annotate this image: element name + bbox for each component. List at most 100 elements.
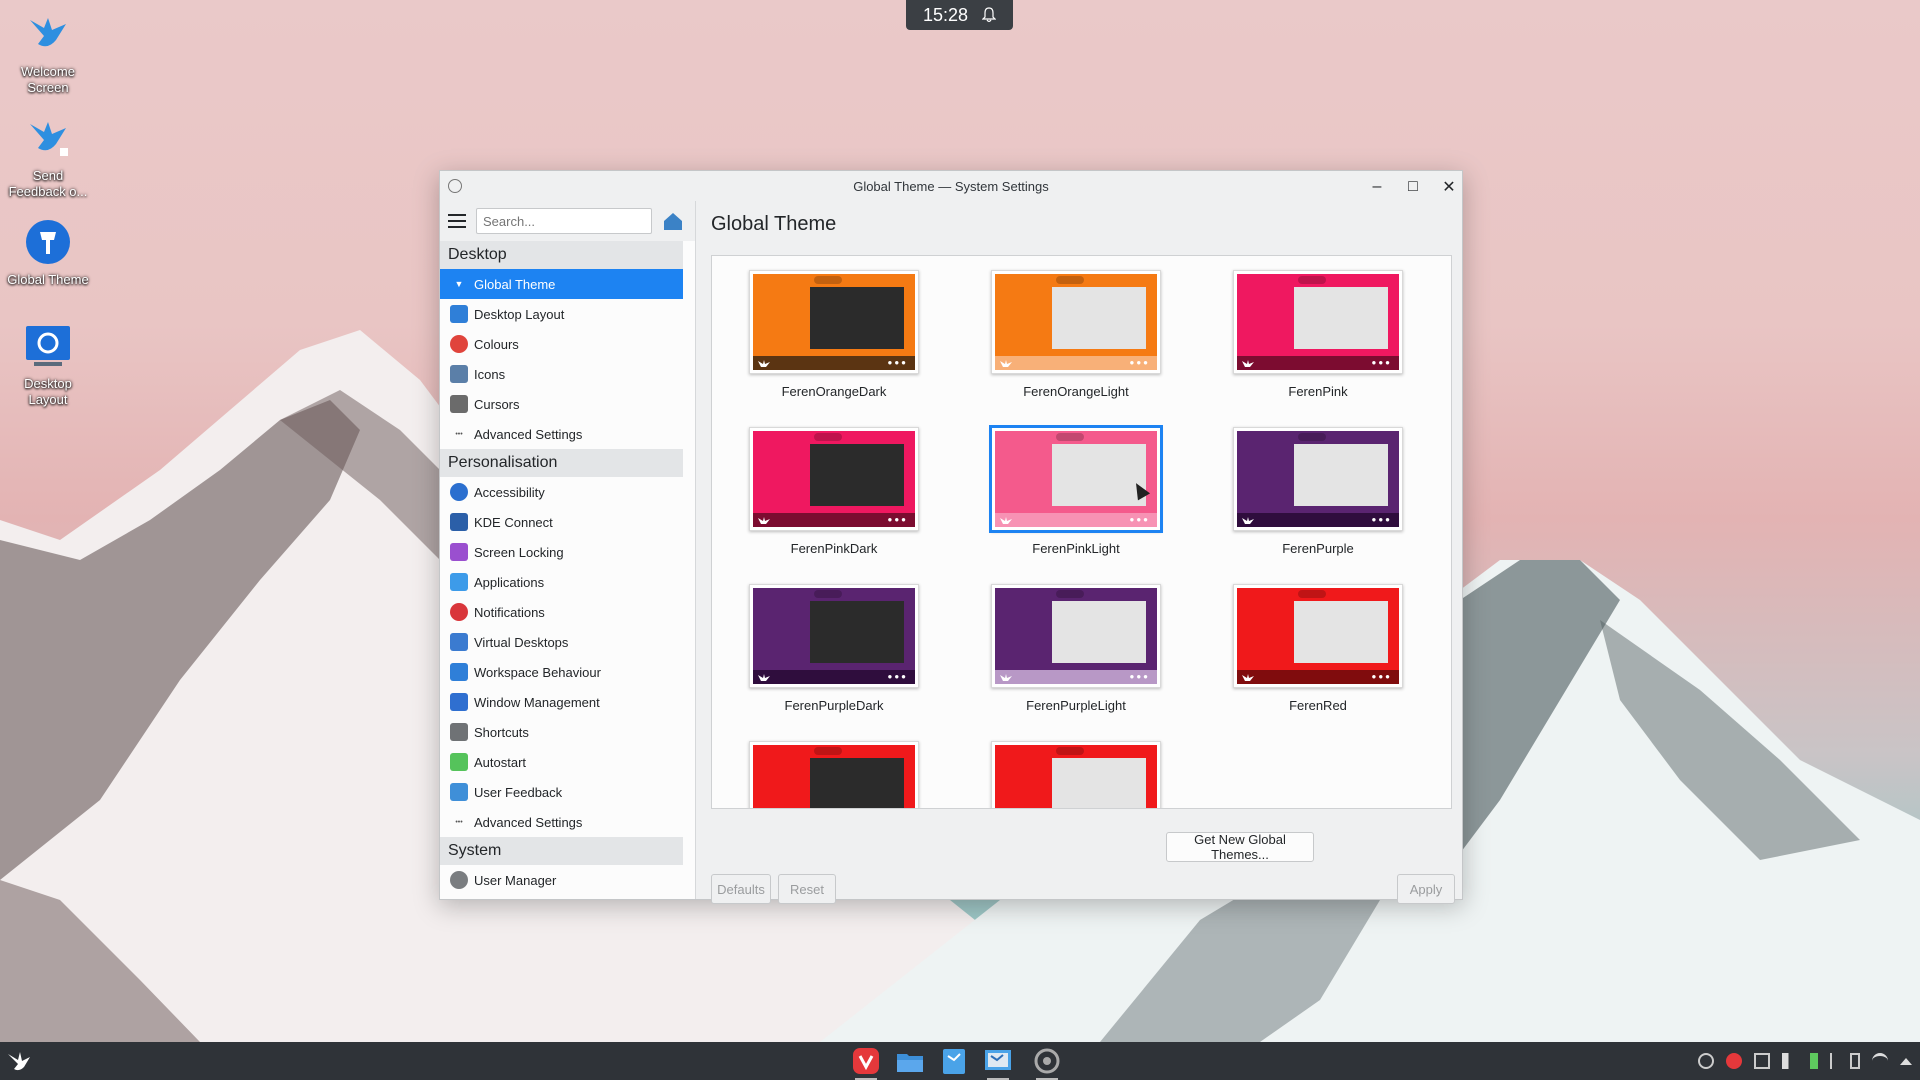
close-button[interactable]: ✕ bbox=[1438, 176, 1460, 198]
theme-tile[interactable]: ●●● FerenPink bbox=[1233, 270, 1403, 399]
feedback-bird-icon bbox=[30, 122, 68, 156]
theme-tile[interactable]: ●●● FerenPurpleLight bbox=[991, 584, 1161, 713]
sidebar-item-advanced-settings[interactable]: ••• Advanced Settings bbox=[440, 419, 683, 449]
theme-tile[interactable]: ●●● FerenOrangeDark bbox=[749, 270, 919, 399]
sidebar-item-label: KDE Connect bbox=[474, 514, 553, 530]
desktop-icon-label: Welcome Screen bbox=[21, 64, 75, 95]
sidebar-item-user-feedback[interactable]: User Feedback bbox=[440, 777, 683, 807]
feren-bird-icon bbox=[758, 360, 770, 367]
sidebar-item-applications[interactable]: Applications bbox=[440, 567, 683, 597]
theme-tile[interactable]: ●●● FerenPinkDark bbox=[749, 427, 919, 556]
theme-preview: ●●● bbox=[749, 427, 919, 531]
desktop-icon-global-theme[interactable]: Global Theme bbox=[6, 218, 90, 288]
feren-bird-icon bbox=[1000, 360, 1012, 367]
sidebar-item-desktop-layout[interactable]: Desktop Layout bbox=[440, 299, 683, 329]
wifi-tray-icon[interactable] bbox=[1872, 1053, 1888, 1069]
hamburger-menu-icon[interactable] bbox=[448, 214, 466, 228]
theme-tile[interactable]: ●●● bbox=[991, 741, 1161, 808]
system-tray bbox=[1698, 1042, 1912, 1080]
app-launcher-icon[interactable] bbox=[6, 1050, 32, 1072]
sidebar-item-label: Virtual Desktops bbox=[474, 634, 569, 650]
theme-tile[interactable]: ●●● bbox=[749, 741, 919, 808]
apply-button[interactable]: Apply bbox=[1397, 874, 1455, 904]
window-titlebar[interactable]: Global Theme — System Settings – □ ✕ bbox=[440, 171, 1462, 201]
sidebar-item-virtual-desktops[interactable]: Virtual Desktops bbox=[440, 627, 683, 657]
desktop-layout-icon bbox=[26, 326, 70, 366]
global-theme-icon bbox=[26, 220, 70, 264]
sidebar-item-advanced-settings[interactable]: ••• Advanced Settings bbox=[440, 807, 683, 837]
theme-tile[interactable]: ●●● FerenOrangeLight bbox=[991, 270, 1161, 399]
minimize-button[interactable]: – bbox=[1366, 176, 1388, 198]
clock-widget[interactable]: 15:28 bbox=[906, 0, 1013, 30]
theme-preview: ●●● bbox=[1233, 270, 1403, 374]
bluetooth-tray-icon[interactable] bbox=[1830, 1053, 1838, 1069]
taskbar-system-settings-icon[interactable] bbox=[1030, 1046, 1064, 1080]
sidebar-item-cursors[interactable]: Cursors bbox=[440, 389, 683, 419]
tray-expand-icon[interactable] bbox=[1900, 1057, 1912, 1065]
search-input[interactable] bbox=[476, 208, 652, 234]
reset-button[interactable]: Reset bbox=[778, 874, 836, 904]
sidebar-item-autostart[interactable]: Autostart bbox=[440, 747, 683, 777]
applications-icon bbox=[450, 573, 468, 591]
get-new-themes-button[interactable]: Get New Global Themes... bbox=[1166, 832, 1314, 862]
lock-icon bbox=[450, 543, 468, 561]
record-tray-icon[interactable] bbox=[1726, 1053, 1742, 1069]
theme-name: FerenPurpleDark bbox=[784, 698, 884, 713]
phone-icon bbox=[450, 513, 468, 531]
system-settings-icon[interactable] bbox=[448, 179, 462, 193]
taskbar-store-icon[interactable] bbox=[937, 1046, 971, 1076]
sidebar-item-colours[interactable]: Colours bbox=[440, 329, 683, 359]
sidebar-item-screen-locking[interactable]: Screen Locking bbox=[440, 537, 683, 567]
sidebar-item-user-manager[interactable]: User Manager bbox=[440, 865, 683, 895]
sidebar-item-window-management[interactable]: Window Management bbox=[440, 687, 683, 717]
bell-icon[interactable] bbox=[982, 7, 997, 23]
maximize-button[interactable]: □ bbox=[1402, 176, 1424, 198]
theme-tile[interactable]: ●●● FerenPurple bbox=[1233, 427, 1403, 556]
device-tray-icon[interactable] bbox=[1850, 1053, 1860, 1069]
theme-preview: ●●● bbox=[1233, 584, 1403, 688]
theme-tile[interactable]: ●●● FerenRed bbox=[1233, 584, 1403, 713]
feren-bird-icon bbox=[758, 674, 770, 681]
sidebar-item-kde-connect[interactable]: KDE Connect bbox=[440, 507, 683, 537]
sidebar-list: Desktop ▼ Global Theme Desktop Layout Colour… bbox=[440, 241, 695, 895]
defaults-button[interactable]: Defaults bbox=[711, 874, 771, 904]
sidebar-item-label: Applications bbox=[474, 574, 545, 590]
sidebar-item-notifications[interactable]: Notifications bbox=[440, 597, 683, 627]
autostart-icon bbox=[450, 753, 468, 771]
taskbar-vivaldi-icon[interactable] bbox=[849, 1046, 883, 1080]
theme-name: FerenPurple bbox=[1282, 541, 1354, 556]
kde-connect-tray-icon[interactable] bbox=[1698, 1053, 1714, 1069]
desktop-icon-feedback[interactable]: Send Feedback o... bbox=[6, 114, 90, 200]
sidebar-item-workspace-behaviour[interactable]: Workspace Behaviour bbox=[440, 657, 683, 687]
sidebar-item-shortcuts[interactable]: Shortcuts bbox=[440, 717, 683, 747]
sidebar-item-label: User Manager bbox=[474, 872, 557, 888]
feedback-icon bbox=[450, 783, 468, 801]
system-settings-window: Global Theme — System Settings – □ ✕ Des… bbox=[439, 170, 1463, 904]
sidebar-item-label: Colours bbox=[474, 336, 519, 352]
theme-name: FerenPinkDark bbox=[790, 541, 878, 556]
theme-name: FerenPinkLight bbox=[1032, 541, 1120, 556]
desktop-icon-desktop-layout[interactable]: Desktop Layout bbox=[6, 322, 90, 408]
desktop-layout-icon bbox=[450, 305, 468, 323]
clipboard-tray-icon[interactable] bbox=[1754, 1053, 1770, 1069]
feren-bird-icon bbox=[1000, 517, 1012, 524]
taskbar bbox=[0, 1042, 1920, 1080]
battery-tray-icon[interactable] bbox=[1810, 1053, 1818, 1069]
sidebar-item-accessibility[interactable]: Accessibility bbox=[440, 477, 683, 507]
notifications-icon bbox=[450, 603, 468, 621]
volume-tray-icon[interactable] bbox=[1782, 1053, 1798, 1069]
feren-bird-icon bbox=[1000, 674, 1012, 681]
sidebar-item-label: Autostart bbox=[474, 754, 527, 770]
sidebar-item-icons[interactable]: Icons bbox=[440, 359, 683, 389]
sidebar-item-label: User Feedback bbox=[474, 784, 563, 800]
desktop-icon-welcome[interactable]: Welcome Screen bbox=[6, 10, 90, 96]
feren-bird-icon bbox=[758, 517, 770, 524]
cursor-icon bbox=[450, 395, 468, 413]
theme-grid[interactable]: ●●● FerenOrangeDark ●●● FerenOrangeLight ●●●… bbox=[711, 255, 1452, 809]
sidebar-category: Personalisation bbox=[440, 449, 683, 477]
theme-tile[interactable]: ●●● FerenPurpleDark bbox=[749, 584, 919, 713]
sidebar-item-global-theme[interactable]: ▼ Global Theme bbox=[440, 269, 683, 299]
taskbar-settings-window-icon[interactable] bbox=[981, 1046, 1015, 1080]
home-icon[interactable] bbox=[662, 210, 684, 232]
taskbar-files-icon[interactable] bbox=[893, 1046, 927, 1076]
